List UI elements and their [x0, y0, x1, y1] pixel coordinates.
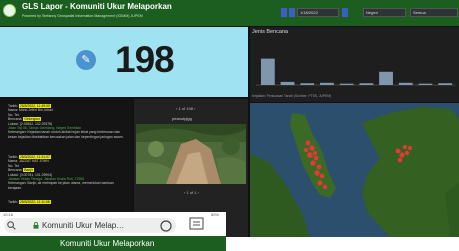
chart-bar[interactable] [339, 83, 354, 85]
date-input[interactable]: 1/18/2022 [297, 8, 339, 17]
app-header: GLS Lapor - Komuniti Ukur Melaporkan Pow… [0, 0, 459, 26]
battery-level: 60% [210, 212, 219, 217]
list-pager[interactable]: ‹ 1 of 198 › [176, 106, 195, 111]
calendar-button[interactable] [289, 8, 295, 17]
entry-disaster-type: Banjir [23, 168, 34, 173]
report-entry[interactable]: Tarikh: 25/3/2022, 11:31:07 Nama: JAZZAT… [8, 155, 128, 190]
chart-bar[interactable] [438, 83, 453, 85]
entry-description: Keterangan: Kejadian tanah runtuh akibat… [8, 130, 124, 139]
chart-bar[interactable] [379, 71, 393, 85]
app-title: GLS Lapor - Komuniti Ukur Melaporkan [22, 2, 172, 11]
page-header-title: Komuniti Ukur Melaporkan [60, 239, 155, 248]
chart-bar[interactable] [320, 82, 334, 85]
chart-title: Jenis Bencana [252, 29, 289, 35]
report-count: 198 [115, 39, 175, 80]
entry-date: 25/3/2022, 11:31:07 [18, 155, 51, 159]
entry-disaster-type: Gelongsor [23, 117, 41, 122]
entry-location: (3.00781, 101.29904) [19, 172, 53, 177]
chart-bar[interactable] [398, 82, 413, 85]
malaysia-map[interactable] [250, 103, 459, 237]
report-entry[interactable]: Tarikh: 25/3/2022, 11:11:08 [8, 200, 128, 204]
state-select[interactable]: Semua [410, 8, 458, 17]
report-icon: ✎ [76, 50, 96, 70]
entry-name: Mohd Jefert Bin Johan [18, 108, 53, 113]
disaster-bar-chart [256, 58, 455, 86]
report-entry[interactable]: Tarikh: 25/3/2022, 11:49:00 Nama: Mohd J… [8, 104, 128, 139]
chart-bar[interactable] [300, 83, 315, 85]
chevron-right-icon[interactable]: › [198, 190, 199, 195]
search-icon [7, 221, 16, 230]
gls-logo-icon [3, 4, 16, 17]
prev-button[interactable] [281, 8, 287, 17]
entry-date: 25/3/2022, 11:11:08 [18, 200, 51, 204]
map-panel[interactable] [250, 103, 459, 237]
entry-name: JAZZAT NAT JOHN [18, 159, 49, 164]
url-text[interactable]: Komuniti Ukur Melap… [42, 218, 124, 233]
calendar-icon[interactable] [342, 8, 348, 17]
photo-title: peanutpjgg [172, 116, 192, 121]
disaster-photo[interactable] [136, 124, 246, 184]
share-icon[interactable] [189, 217, 205, 231]
photo-pager[interactable]: ‹ 1 of 1 › [184, 190, 199, 195]
dashboard: GLS Lapor - Komuniti Ukur Melaporkan Pow… [0, 0, 459, 237]
region-select[interactable]: Negeri [363, 8, 406, 17]
entry-description: Keterangan: Banjir, air melimpah ke jala… [8, 181, 114, 190]
tab-switcher-icon[interactable] [159, 219, 173, 233]
chevron-right-icon[interactable]: › [194, 106, 195, 111]
entry-location: (2.93562, 102.29378) [19, 121, 53, 126]
app-subtitle: Powered by Stefanny Geospatial Informati… [22, 14, 143, 18]
chart-bar[interactable] [260, 58, 275, 85]
chart-bar[interactable] [359, 83, 374, 85]
lock-icon [33, 222, 39, 229]
entry-date: 25/3/2022, 11:49:00 [18, 104, 51, 108]
chart-bar[interactable] [280, 81, 295, 85]
status-time: 10:16 [3, 212, 14, 217]
chart-footnote: Kejadian: Penkuasan Tanah (Sumber: PTSS,… [252, 94, 332, 98]
chart-bar[interactable] [418, 83, 433, 85]
